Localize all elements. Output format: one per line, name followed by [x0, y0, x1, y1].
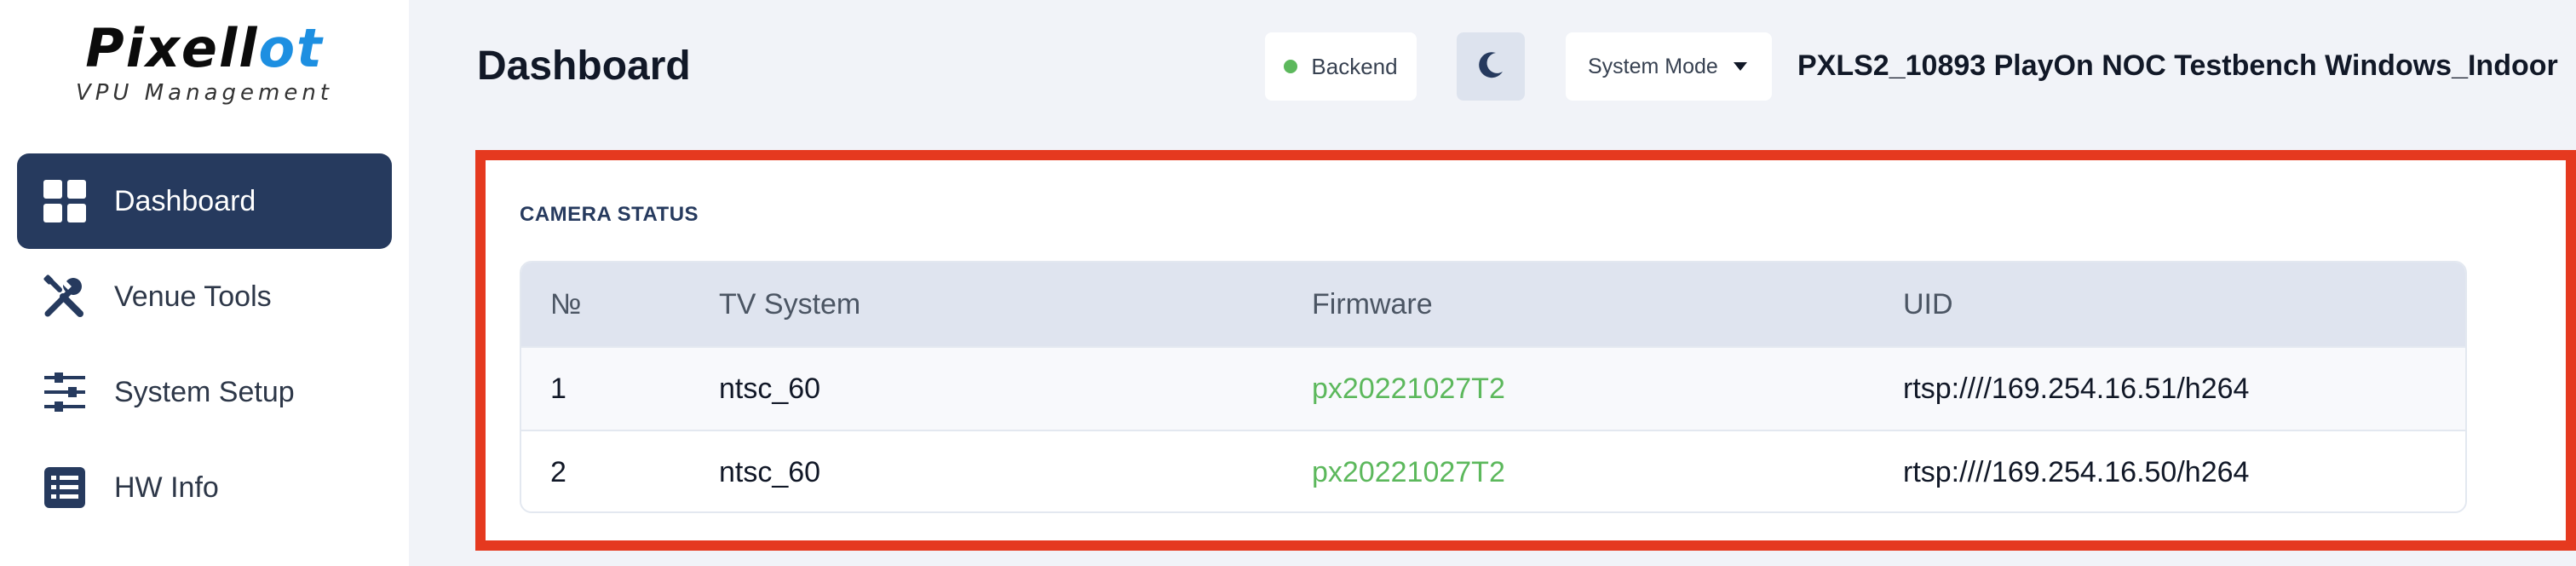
theme-toggle-button[interactable]	[1457, 32, 1525, 101]
caret-down-icon	[1733, 62, 1747, 71]
cell-firmware: px20221027T2	[1312, 455, 1505, 488]
tools-icon	[43, 274, 87, 319]
sidebar-item-system-setup[interactable]: System Setup	[17, 344, 392, 440]
column-header-tv-system: TV System	[719, 287, 861, 321]
cell-no: 2	[550, 455, 566, 488]
logo-accent-text: ot	[258, 17, 324, 79]
logo[interactable]: Pixellot VPU Management	[0, 22, 409, 107]
camera-status-card: CAMERA STATUS № TV System Firmware UID 1…	[475, 150, 2576, 551]
column-header-firmware: Firmware	[1312, 287, 1433, 321]
page-title: Dashboard	[477, 43, 691, 89]
grid-icon	[43, 179, 87, 223]
sidebar: Pixellot VPU Management Dashboard Venue …	[0, 0, 409, 566]
list-icon	[43, 465, 87, 510]
table-row: 2 ntsc_60 px20221027T2 rtsp:////169.254.…	[521, 430, 2465, 511]
table-row: 1 ntsc_60 px20221027T2 rtsp:////169.254.…	[521, 346, 2465, 430]
moon-icon	[1474, 48, 1508, 86]
sidebar-item-label: Dashboard	[114, 184, 256, 217]
sidebar-nav: Dashboard Venue Tools System Setup HW In…	[17, 153, 392, 535]
cell-firmware: px20221027T2	[1312, 372, 1505, 405]
backend-label: Backend	[1311, 53, 1398, 79]
sidebar-item-label: Venue Tools	[114, 280, 272, 313]
sidebar-item-label: HW Info	[114, 471, 219, 504]
system-mode-select[interactable]: System Mode	[1566, 32, 1772, 101]
sidebar-item-hw-info[interactable]: HW Info	[17, 440, 392, 535]
cell-tv-system: ntsc_60	[719, 455, 821, 488]
cell-uid: rtsp:////169.254.16.51/h264	[1903, 372, 2250, 405]
sidebar-item-dashboard[interactable]: Dashboard	[17, 153, 392, 249]
card-title: CAMERA STATUS	[520, 203, 699, 226]
cell-uid: rtsp:////169.254.16.50/h264	[1903, 455, 2250, 488]
cell-no: 1	[550, 372, 566, 405]
sliders-icon	[43, 370, 87, 414]
logo-main-text: Pixell	[85, 17, 259, 79]
backend-status-badge[interactable]: Backend	[1265, 32, 1417, 101]
logo-wordmark: Pixellot	[0, 22, 409, 75]
device-name: PXLS2_10893 PlayOn NOC Testbench Windows…	[1797, 49, 2558, 82]
sidebar-item-label: System Setup	[114, 375, 295, 408]
status-dot-icon	[1284, 60, 1298, 73]
main-content: Dashboard Backend System Mode PXLS2_1089…	[409, 0, 2576, 566]
column-header-uid: UID	[1903, 287, 1953, 321]
system-mode-label: System Mode	[1588, 54, 1718, 78]
cell-tv-system: ntsc_60	[719, 372, 821, 405]
app: Pixellot VPU Management Dashboard Venue …	[0, 0, 2576, 566]
camera-status-table: № TV System Firmware UID 1 ntsc_60 px202…	[520, 261, 2467, 513]
column-header-no: №	[550, 287, 582, 321]
logo-subtitle: VPU Management	[75, 80, 334, 106]
sidebar-item-venue-tools[interactable]: Venue Tools	[17, 249, 392, 344]
table-header-row: № TV System Firmware UID	[521, 263, 2465, 346]
